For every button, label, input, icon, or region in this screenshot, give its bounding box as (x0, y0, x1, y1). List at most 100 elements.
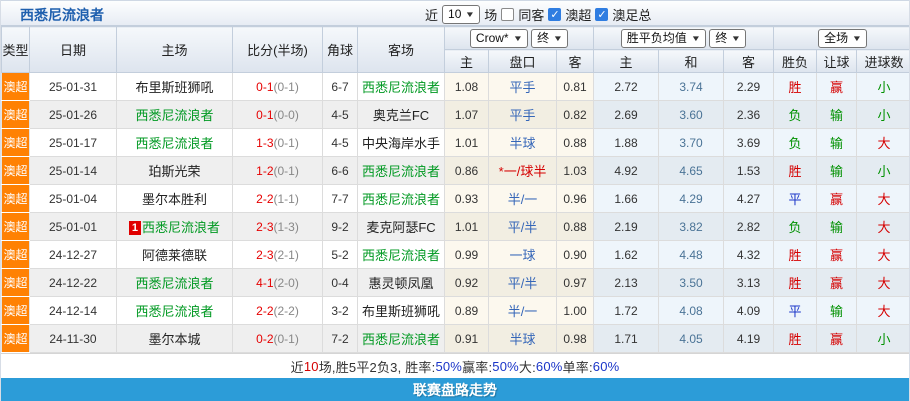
goals-cell: 小 (857, 101, 910, 129)
handicap-line-cell: 一球 (489, 241, 557, 269)
scope-select[interactable]: 全场▼ (818, 29, 867, 48)
sub-header-avg-away: 客 (724, 50, 774, 73)
summary-segment: 单率: (563, 357, 593, 376)
league-b-checkbox[interactable] (595, 8, 608, 21)
date-cell: 25-01-14 (30, 157, 117, 185)
home-team-cell[interactable]: 西悉尼流浪者 (117, 101, 233, 129)
fulltime-score: 0-2 (256, 332, 273, 346)
league-a-checkbox[interactable] (548, 8, 561, 21)
odds-stage-select-2[interactable]: 终▼ (709, 29, 746, 48)
date-cell: 24-12-22 (30, 269, 117, 297)
home-team-name: 西悉尼流浪者 (135, 304, 213, 319)
home-team-cell[interactable]: 西悉尼流浪者 (117, 269, 233, 297)
match-table-body: 澳超25-01-31布里斯班狮吼0-1(0-1)6-7西悉尼流浪者1.08平手0… (2, 73, 910, 353)
halftime-score: (0-1) (274, 164, 299, 178)
away-team-cell[interactable]: 西悉尼流浪者 (358, 157, 445, 185)
bookmaker-header-cell: Crow*▼ 终▼ (445, 27, 594, 50)
handicap-home-odds-cell: 1.08 (445, 73, 489, 101)
result-cell: 平 (774, 297, 817, 325)
home-team-cell[interactable]: 墨尔本城 (117, 325, 233, 353)
handicap-result-cell: 赢 (817, 73, 857, 101)
home-team-cell[interactable]: 布里斯班狮吼 (117, 73, 233, 101)
away-team-cell[interactable]: 西悉尼流浪者 (358, 241, 445, 269)
sub-header-handicap-away: 客 (557, 50, 594, 73)
handicap-home-odds-cell: 0.91 (445, 325, 489, 353)
bookmaker-select[interactable]: Crow*▼ (470, 29, 528, 48)
avg-away-cell: 4.27 (724, 185, 774, 213)
home-team-name: 墨尔本胜利 (142, 192, 207, 207)
handicap-result-cell: 赢 (817, 185, 857, 213)
match-table: 类型 日期 主场 比分(半场) 角球 客场 Crow*▼ 终▼ 胜平负均值▼ 终… (1, 26, 910, 353)
goals-cell: 大 (857, 213, 910, 241)
home-team-cell[interactable]: 1西悉尼流浪者 (117, 213, 233, 241)
odds-stage-select-1[interactable]: 终▼ (531, 29, 568, 48)
away-team-cell[interactable]: 西悉尼流浪者 (358, 325, 445, 353)
away-team-name: 西悉尼流浪者 (362, 332, 440, 347)
rank-badge: 1 (129, 221, 141, 235)
away-team-cell[interactable]: 中央海岸水手 (358, 129, 445, 157)
table-row: 澳超24-12-14西悉尼流浪者2-2(2-2)3-2布里斯班狮吼0.89半/一… (2, 297, 910, 325)
home-team-cell[interactable]: 珀斯光荣 (117, 157, 233, 185)
home-team-cell[interactable]: 阿德莱德联 (117, 241, 233, 269)
handicap-away-odds-cell: 0.97 (557, 269, 594, 297)
avg-draw-cell: 4.05 (659, 325, 724, 353)
away-team-cell[interactable]: 惠灵顿凤凰 (358, 269, 445, 297)
matches-label: 场 (484, 5, 497, 24)
handicap-away-odds-cell: 0.88 (557, 213, 594, 241)
sub-header-avg-home: 主 (594, 50, 659, 73)
type-cell: 澳超 (2, 129, 30, 157)
mean-odds-select[interactable]: 胜平负均值▼ (621, 29, 706, 48)
halftime-score: (0-0) (274, 108, 299, 122)
fulltime-score: 0-1 (256, 80, 273, 94)
summary-segment: 50% (492, 359, 519, 374)
goals-cell: 大 (857, 297, 910, 325)
handicap-away-odds-cell: 0.90 (557, 241, 594, 269)
away-team-cell[interactable]: 西悉尼流浪者 (358, 73, 445, 101)
table-row: 澳超25-01-04墨尔本胜利2-2(1-1)7-7西悉尼流浪者0.93半/一0… (2, 185, 910, 213)
away-team-cell[interactable]: 布里斯班狮吼 (358, 297, 445, 325)
table-row: 澳超25-01-17西悉尼流浪者1-3(0-1)4-5中央海岸水手1.01半球0… (2, 129, 910, 157)
recent-count-select[interactable]: 10▼ (442, 5, 480, 24)
league-b-label: 澳足总 (612, 5, 651, 24)
handicap-result-cell: 赢 (817, 269, 857, 297)
table-header: 类型 日期 主场 比分(半场) 角球 客场 Crow*▼ 终▼ 胜平负均值▼ 终… (2, 27, 910, 73)
avg-home-cell: 1.66 (594, 185, 659, 213)
summary-segment: 50% (435, 359, 462, 374)
handicap-home-odds-cell: 0.86 (445, 157, 489, 185)
home-team-cell[interactable]: 墨尔本胜利 (117, 185, 233, 213)
date-cell: 24-12-14 (30, 297, 117, 325)
away-team-cell[interactable]: 麦克阿瑟FC (358, 213, 445, 241)
same-away-checkbox[interactable] (501, 8, 514, 21)
away-team-name: 中央海岸水手 (362, 136, 440, 151)
sub-header-result: 胜负 (774, 50, 817, 73)
halftime-score: (2-0) (274, 276, 299, 290)
chevron-down-icon: ▼ (852, 31, 862, 46)
date-cell: 25-01-17 (30, 129, 117, 157)
away-team-cell[interactable]: 奥克兰FC (358, 101, 445, 129)
handicap-line-cell: 平/半 (489, 269, 557, 297)
date-cell: 25-01-31 (30, 73, 117, 101)
handicap-result-cell: 输 (817, 101, 857, 129)
away-team-cell[interactable]: 西悉尼流浪者 (358, 185, 445, 213)
result-cell: 胜 (774, 269, 817, 297)
corners-cell: 4-5 (323, 129, 358, 157)
score-cell: 1-2(0-1) (233, 157, 323, 185)
home-team-cell[interactable]: 西悉尼流浪者 (117, 297, 233, 325)
table-row: 澳超24-12-22西悉尼流浪者4-1(2-0)0-4惠灵顿凤凰0.92平/半0… (2, 269, 910, 297)
avg-home-cell: 1.62 (594, 241, 659, 269)
goals-cell: 小 (857, 73, 910, 101)
team-title: 西悉尼流浪者 (20, 5, 104, 25)
summary-segment: 60% (536, 359, 563, 374)
handicap-home-odds-cell: 1.01 (445, 213, 489, 241)
fulltime-score: 2-3 (256, 220, 273, 234)
title-bar: 西悉尼流浪者 近 10▼ 场 同客 澳超 澳足总 (1, 0, 909, 26)
handicap-line-cell: 半/一 (489, 297, 557, 325)
result-cell: 胜 (774, 325, 817, 353)
type-cell: 澳超 (2, 325, 30, 353)
goals-cell: 大 (857, 269, 910, 297)
handicap-home-odds-cell: 0.89 (445, 297, 489, 325)
fulltime-score: 2-3 (256, 248, 273, 262)
handicap-away-odds-cell: 0.88 (557, 129, 594, 157)
goals-cell: 小 (857, 157, 910, 185)
home-team-cell[interactable]: 西悉尼流浪者 (117, 129, 233, 157)
